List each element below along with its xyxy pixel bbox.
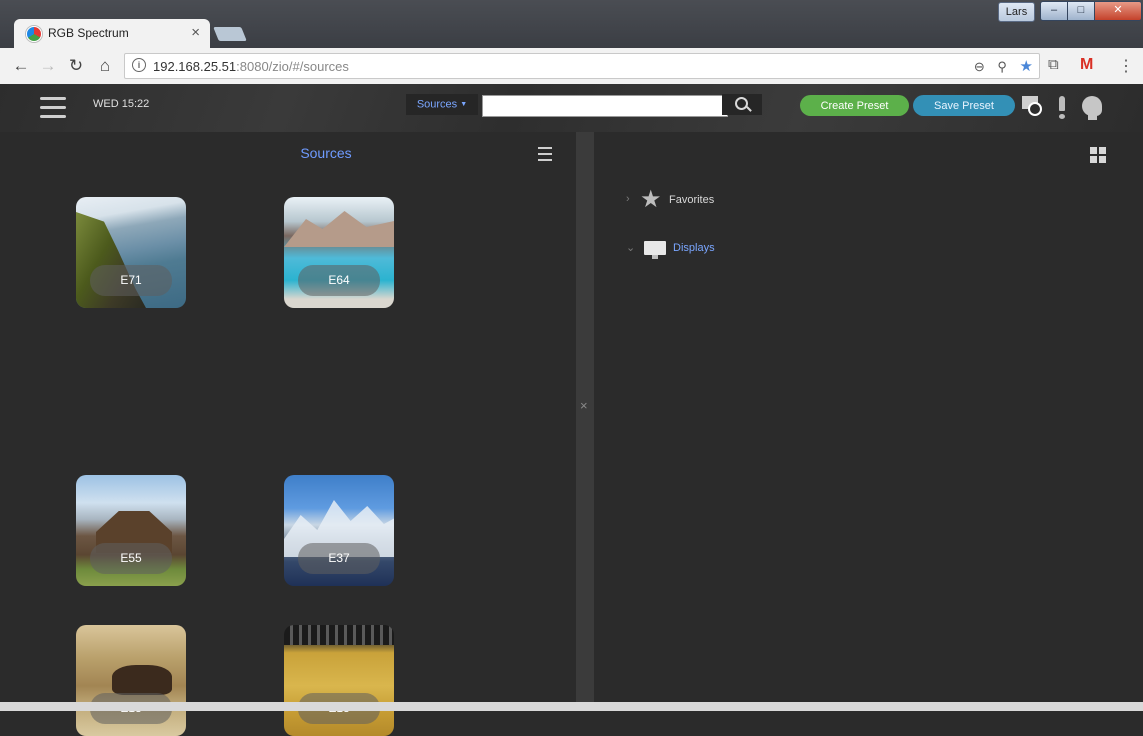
sources-dropdown[interactable]: Sources ▼ [406, 94, 478, 115]
tree-label-displays: Displays [673, 242, 715, 254]
back-icon[interactable]: ← [11, 56, 31, 76]
search-input[interactable] [482, 95, 728, 117]
grid-view-icon[interactable] [1090, 147, 1106, 163]
user-profile-badge[interactable]: Lars [998, 2, 1035, 22]
gmail-icon[interactable]: M [1080, 56, 1093, 74]
source-tile[interactable]: E55 [76, 475, 186, 586]
info-icon[interactable]: i [132, 58, 146, 72]
browser-toolbar: ← → ↻ ⌂ i 192.168.25.51:8080/zio/#/sourc… [0, 48, 1143, 85]
hamburger-menu-icon[interactable] [40, 97, 66, 118]
new-tab-button[interactable] [213, 27, 247, 41]
chevron-right-icon[interactable]: › [626, 193, 630, 205]
bookmark-star-icon[interactable]: ★ [1020, 58, 1033, 75]
window-controls: – □ ✕ [1040, 1, 1142, 21]
search-icon [735, 97, 748, 110]
cast-icon[interactable]: ⧉ [1048, 56, 1059, 73]
source-tile-label: E64 [298, 265, 380, 296]
rgb-spectrum-favicon-icon [26, 26, 42, 42]
source-tile[interactable]: E71 [76, 197, 186, 308]
minimize-button[interactable]: – [1040, 1, 1068, 21]
maximize-button[interactable]: □ [1067, 1, 1095, 21]
url-host: 192.168.25.51 [153, 59, 237, 74]
star-icon: ★ [640, 186, 662, 213]
tree-label-favorites: Favorites [669, 194, 715, 206]
list-view-icon[interactable] [535, 146, 554, 162]
displays-panel: › ★ Favorites ⌄ Displays [594, 132, 1143, 702]
chevron-down-icon[interactable]: ⌄ [626, 241, 635, 254]
window-bottom-border [0, 702, 1143, 711]
source-tile-label: E55 [90, 543, 172, 574]
panel-title: Sources [300, 145, 352, 161]
home-icon[interactable]: ⌂ [95, 56, 115, 76]
user-profile-icon[interactable] [1080, 96, 1104, 120]
close-window-button[interactable]: ✕ [1094, 1, 1142, 21]
save-preset-button[interactable]: Save Preset [913, 95, 1015, 116]
source-tile-label: E71 [90, 265, 172, 296]
sources-dropdown-label: Sources [416, 98, 458, 111]
browser-titlebar: RGB Spectrum × Lars – □ ✕ [0, 0, 1143, 48]
caret-down-icon: ▼ [460, 101, 468, 108]
url-path: :8080/zio/#/sources [236, 59, 349, 74]
source-tile[interactable]: E13 [76, 625, 186, 736]
alert-icon[interactable] [1057, 96, 1067, 120]
tab-title: RGB Spectrum [48, 26, 129, 40]
zoom-icon[interactable]: ⊖ [974, 59, 985, 74]
panel-divider[interactable]: × [576, 132, 594, 702]
app-header: WED 15:22 Sources ▼ Create Preset Save P… [0, 84, 1143, 132]
source-tile-label: E37 [298, 543, 380, 574]
search-button[interactable] [722, 94, 762, 115]
url-text[interactable]: 192.168.25.51:8080/zio/#/sources [153, 59, 349, 74]
collapse-panel-icon[interactable]: × [580, 398, 588, 413]
clock: WED 15:22 [93, 98, 150, 110]
sources-panel: Sources E71 E64 E55 E37 E13 E13 [0, 132, 576, 736]
source-tile[interactable]: E37 [284, 475, 394, 586]
address-bar[interactable]: i 192.168.25.51:8080/zio/#/sources ⊖ ⚲ ★ [124, 53, 1040, 79]
forward-icon[interactable]: → [38, 56, 58, 76]
omnibox-icons: ⊖ ⚲ ★ [965, 57, 1033, 75]
browser-tab[interactable]: RGB Spectrum × [14, 19, 210, 48]
monitor-icon [644, 241, 666, 259]
menu-icon[interactable]: ⋮ [1118, 56, 1134, 76]
source-tile[interactable]: E13 [284, 625, 394, 736]
create-preset-button[interactable]: Create Preset [800, 95, 909, 116]
source-tile[interactable]: E64 [284, 197, 394, 308]
key-icon[interactable]: ⚲ [997, 59, 1007, 74]
preview-search-icon[interactable] [1022, 96, 1044, 118]
tab-close-icon[interactable]: × [191, 24, 200, 41]
reload-icon[interactable]: ↻ [66, 56, 86, 76]
